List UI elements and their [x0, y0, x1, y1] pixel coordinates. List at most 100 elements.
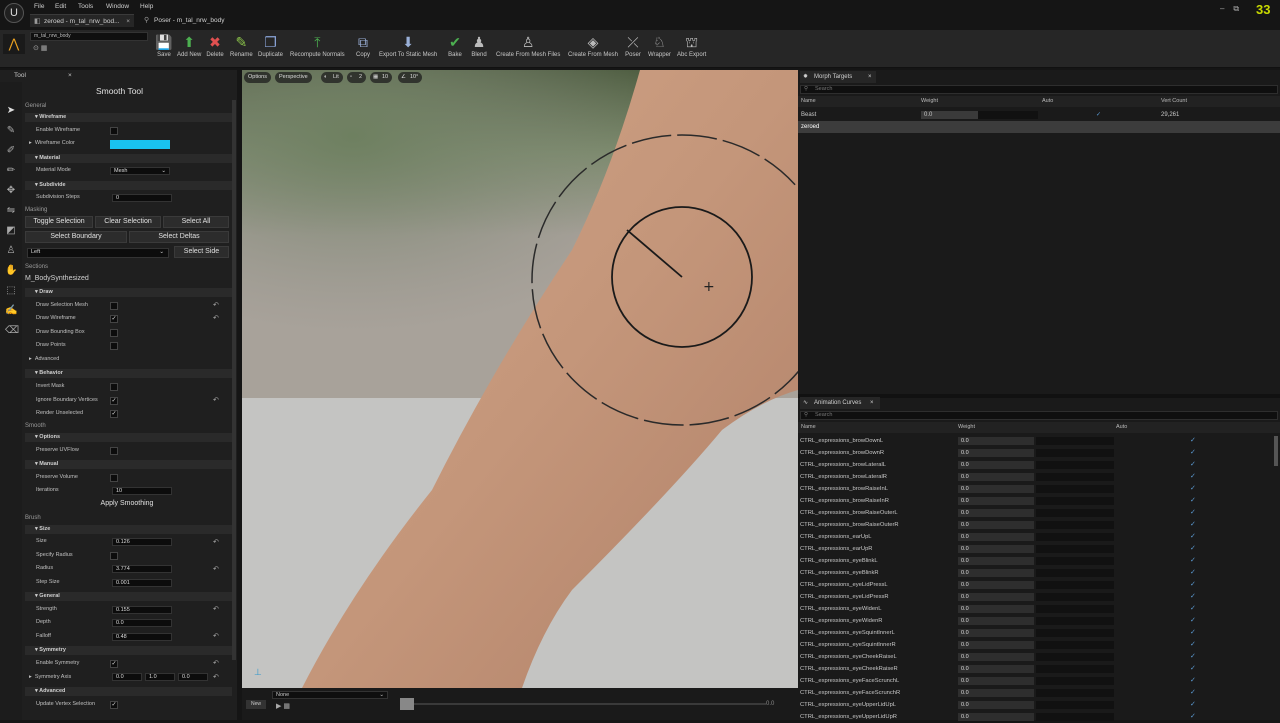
curve-auto-checkbox[interactable]: ✓	[1190, 629, 1198, 637]
select-side-button[interactable]: Select Side	[174, 246, 229, 258]
tab-close-icon[interactable]: ×	[126, 15, 130, 28]
preserve-uvflow-checkbox[interactable]	[110, 447, 118, 455]
curve-weight-input[interactable]: 0.0	[958, 449, 1034, 457]
asset-dropdown[interactable]: m_tal_nrw_body	[30, 32, 148, 41]
curve-weight-input[interactable]: 0.0	[958, 545, 1034, 553]
draw-wireframe-checkbox[interactable]: ✓	[110, 315, 118, 323]
curve-weight-bar[interactable]	[1036, 521, 1114, 529]
curve-row[interactable]: CTRL_expressions_browRaiseInR 0.0 ✓	[800, 495, 1275, 507]
editor-mode-icon[interactable]: ⋀	[3, 34, 25, 54]
perspective-button[interactable]: Perspective	[275, 72, 312, 83]
curve-weight-input[interactable]: 0.0	[958, 593, 1034, 601]
curve-auto-checkbox[interactable]: ✓	[1190, 689, 1198, 697]
curve-row[interactable]: CTRL_expressions_browLateralR 0.0 ✓	[800, 471, 1275, 483]
curve-auto-checkbox[interactable]: ✓	[1190, 581, 1198, 589]
eraser-tool-icon[interactable]: ⌫	[5, 325, 19, 337]
curve-auto-checkbox[interactable]: ✓	[1190, 557, 1198, 565]
curves-search-input[interactable]: ⚲ Search	[800, 411, 1278, 420]
curve-weight-bar[interactable]	[1036, 449, 1114, 457]
reset-arrow-icon[interactable]: ↶	[213, 632, 219, 640]
curve-weight-bar[interactable]	[1036, 605, 1114, 613]
create-from-mesh-button[interactable]: ◈ Create From Mesh	[568, 34, 618, 58]
symmetry-group[interactable]: ▾ Symmetry	[25, 646, 232, 655]
lit-button[interactable]: ◐ Lit	[321, 72, 343, 83]
reset-arrow-icon[interactable]: ↶	[213, 314, 219, 322]
falloff-input[interactable]: 0.48	[112, 633, 172, 641]
curve-weight-bar[interactable]	[1036, 557, 1114, 565]
curve-auto-checkbox[interactable]: ✓	[1190, 473, 1198, 481]
toggle-selection-button[interactable]: Toggle Selection	[25, 216, 93, 228]
draw-bounding-box-checkbox[interactable]	[110, 329, 118, 337]
curve-auto-checkbox[interactable]: ✓	[1190, 437, 1198, 445]
menu-window[interactable]: Window	[106, 3, 129, 10]
curve-auto-checkbox[interactable]: ✓	[1190, 533, 1198, 541]
menu-edit[interactable]: Edit	[55, 3, 66, 10]
curve-auto-checkbox[interactable]: ✓	[1190, 677, 1198, 685]
curve-row[interactable]: CTRL_expressions_eyeCheekRaiseR 0.0 ✓	[800, 663, 1275, 675]
strength-input[interactable]: 0.155	[112, 606, 172, 614]
curve-weight-input[interactable]: 0.0	[958, 665, 1034, 673]
curve-weight-input[interactable]: 0.0	[958, 641, 1034, 649]
curves-scrollbar[interactable]	[1274, 436, 1278, 466]
radius-input[interactable]: 3.774	[112, 565, 172, 573]
select-all-button[interactable]: Select All	[163, 216, 229, 228]
curve-weight-input[interactable]: 0.0	[958, 461, 1034, 469]
grid-snap-button[interactable]: ▦ 10	[370, 72, 393, 83]
anim-dropdown[interactable]: None ⌄	[272, 691, 388, 699]
curve-row[interactable]: CTRL_expressions_browRaiseOuterL 0.0 ✓	[800, 507, 1275, 519]
invert-mask-checkbox[interactable]	[110, 383, 118, 391]
curve-row[interactable]: CTRL_expressions_browDownR 0.0 ✓	[800, 447, 1275, 459]
curve-weight-input[interactable]: 0.0	[958, 521, 1034, 529]
curve-weight-input[interactable]: 0.0	[958, 581, 1034, 589]
recompute-normals-button[interactable]: ⤒ Recompute Normals	[290, 34, 345, 58]
smooth-tool-icon[interactable]: ✏	[5, 165, 17, 177]
save-button[interactable]: 💾 Save	[155, 34, 173, 58]
behavior-group[interactable]: ▾ Behavior	[25, 369, 232, 378]
curve-auto-checkbox[interactable]: ✓	[1190, 461, 1198, 469]
draw-points-checkbox[interactable]	[110, 342, 118, 350]
curve-weight-bar[interactable]	[1036, 581, 1114, 589]
curve-weight-input[interactable]: 0.0	[958, 701, 1034, 709]
specify-radius-checkbox[interactable]	[110, 552, 118, 560]
tool-tab-close-icon[interactable]: ×	[68, 70, 72, 82]
curve-row[interactable]: CTRL_expressions_eyeCheekRaiseL 0.0 ✓	[800, 651, 1275, 663]
curve-weight-bar[interactable]	[1036, 473, 1114, 481]
window-controls[interactable]: – ⧉	[1220, 4, 1239, 14]
apply-smoothing-button[interactable]: Apply Smoothing	[25, 499, 229, 511]
curve-weight-bar[interactable]	[1036, 629, 1114, 637]
curve-weight-bar[interactable]	[1036, 461, 1114, 469]
add-new-button[interactable]: ⬆ Add New	[177, 34, 201, 58]
brush-tool-icon[interactable]: ✎	[5, 125, 17, 137]
subdivision-steps-input[interactable]: 0	[112, 194, 172, 202]
manual-group[interactable]: ▾ Manual	[25, 460, 232, 469]
curve-weight-bar[interactable]	[1036, 533, 1114, 541]
curve-auto-checkbox[interactable]: ✓	[1190, 569, 1198, 577]
create-from-mesh-files-button[interactable]: ♙ Create From Mesh Files	[496, 34, 560, 58]
curve-weight-input[interactable]: 0.0	[958, 485, 1034, 493]
wrapper-button[interactable]: ♘ Wrapper	[648, 34, 671, 58]
tool-panel-tab[interactable]: Tool ×	[0, 70, 80, 82]
reset-arrow-icon[interactable]: ↶	[213, 659, 219, 667]
draw-group[interactable]: ▾ Draw	[25, 288, 232, 297]
rename-button[interactable]: ✎ Rename	[230, 34, 253, 58]
play-controls-icon[interactable]: ▶ ▦	[276, 702, 290, 710]
animation-curves-tab[interactable]: ∿ Animation Curves ×	[800, 397, 880, 409]
brush-general-group[interactable]: ▾ General	[25, 592, 232, 601]
iterations-input[interactable]: 10	[112, 487, 172, 495]
curve-weight-bar[interactable]	[1036, 509, 1114, 517]
curve-row[interactable]: CTRL_expressions_eyeFaceScrunchL 0.0 ✓	[800, 675, 1275, 687]
curve-row[interactable]: CTRL_expressions_eyeSquintInnerL 0.0 ✓	[800, 627, 1275, 639]
abc-export-button[interactable]: ⛫ Abc Export	[677, 34, 706, 58]
viewport[interactable]: + ⊥	[242, 70, 798, 688]
curve-weight-input[interactable]: 0.0	[958, 689, 1034, 697]
enable-wireframe-checkbox[interactable]	[110, 127, 118, 135]
size-group[interactable]: ▾ Size	[25, 525, 232, 534]
curve-row[interactable]: CTRL_expressions_eyeBlinkL 0.0 ✓	[800, 555, 1275, 567]
curve-weight-bar[interactable]	[1036, 701, 1114, 709]
delete-button[interactable]: ✖ Delete	[206, 34, 224, 58]
reset-arrow-icon[interactable]: ↶	[213, 396, 219, 404]
bake-button[interactable]: ✔ Bake	[446, 34, 464, 58]
timeline-scrubber[interactable]	[400, 698, 414, 710]
curve-weight-bar[interactable]	[1036, 617, 1114, 625]
rotation-snap-button[interactable]: ∠ 10°	[398, 72, 423, 83]
